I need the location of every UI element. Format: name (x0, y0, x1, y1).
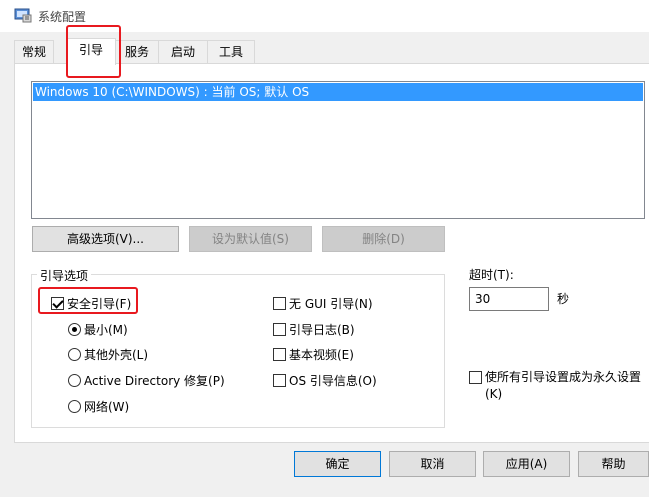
alternate-shell-label: 其他外壳(L) (84, 348, 149, 362)
boot-options-legend: 引导选项 (37, 267, 92, 284)
ok-button[interactable]: 确定 (294, 451, 381, 477)
cancel-button[interactable]: 取消 (389, 451, 476, 477)
timeout-label: 超时(T): (469, 268, 514, 282)
safe-boot-checkbox[interactable] (51, 297, 64, 310)
base-video-checkbox[interactable] (273, 348, 286, 361)
apply-button[interactable]: 应用(A) (483, 451, 570, 477)
make-permanent-label-key: (K) (485, 387, 503, 401)
advanced-options-button[interactable]: 高级选项(V)... (32, 226, 179, 252)
timeout-input[interactable]: 30 (469, 287, 549, 311)
base-video-label: 基本视频(E) (289, 348, 354, 362)
tab-general[interactable]: 常规 (14, 40, 54, 64)
make-permanent-checkbox[interactable] (469, 371, 482, 384)
active-directory-repair-label: Active Directory 修复(P) (84, 374, 225, 388)
minimal-radio[interactable] (68, 323, 81, 336)
minimal-label: 最小(M) (84, 323, 128, 337)
alternate-shell-radio[interactable] (68, 348, 81, 361)
os-boot-info-checkbox[interactable] (273, 374, 286, 387)
tab-tools[interactable]: 工具 (207, 40, 255, 64)
timeout-unit-label: 秒 (557, 292, 570, 306)
help-button[interactable]: 帮助 (578, 451, 649, 477)
tab-boot[interactable]: 引导 (66, 38, 116, 65)
set-default-button[interactable]: 设为默认值(S) (189, 226, 312, 252)
delete-button[interactable]: 删除(D) (322, 226, 445, 252)
os-boot-info-label: OS 引导信息(O) (289, 374, 377, 388)
make-permanent-label: 使所有引导设置成为永久设置 (485, 370, 642, 384)
tab-startup[interactable]: 启动 (158, 40, 208, 64)
window-title: 系统配置 (38, 10, 87, 24)
boot-log-label: 引导日志(B) (289, 323, 355, 337)
no-gui-boot-label: 无 GUI 引导(N) (289, 297, 373, 311)
network-radio[interactable] (68, 400, 81, 413)
boot-log-checkbox[interactable] (273, 323, 286, 336)
tab-services[interactable]: 服务 (115, 40, 159, 64)
os-list[interactable]: Windows 10 (C:\WINDOWS) : 当前 OS; 默认 OS (31, 81, 645, 219)
active-directory-repair-radio[interactable] (68, 374, 81, 387)
title-bar (0, 0, 649, 32)
safe-boot-label: 安全引导(F) (67, 297, 132, 311)
no-gui-boot-checkbox[interactable] (273, 297, 286, 310)
network-label: 网络(W) (84, 400, 130, 414)
os-list-item[interactable]: Windows 10 (C:\WINDOWS) : 当前 OS; 默认 OS (33, 83, 643, 101)
msconfig-icon (14, 7, 32, 23)
